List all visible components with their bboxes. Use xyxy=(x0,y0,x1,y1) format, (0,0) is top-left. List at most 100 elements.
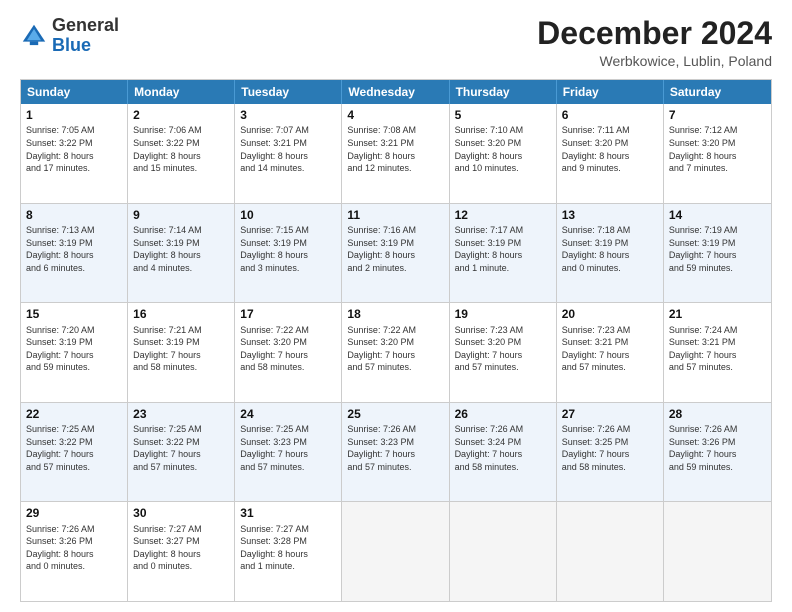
logo-general: General xyxy=(52,15,119,35)
calendar-row: 8Sunrise: 7:13 AMSunset: 3:19 PMDaylight… xyxy=(21,203,771,303)
day-number: 1 xyxy=(26,107,122,123)
day-number: 14 xyxy=(669,207,766,223)
cell-line: Daylight: 8 hours xyxy=(133,249,229,262)
cell-line: Daylight: 8 hours xyxy=(26,548,122,561)
cell-line: Sunset: 3:19 PM xyxy=(26,237,122,250)
cell-line: Sunset: 3:21 PM xyxy=(669,336,766,349)
cell-line: and 0 minutes. xyxy=(562,262,658,275)
cell-line: and 58 minutes. xyxy=(455,461,551,474)
day-number: 6 xyxy=(562,107,658,123)
cell-line: and 0 minutes. xyxy=(26,560,122,573)
day-number: 31 xyxy=(240,505,336,521)
cell-line: and 57 minutes. xyxy=(455,361,551,374)
cell-line: Sunset: 3:21 PM xyxy=(347,137,443,150)
calendar-cell-9: 9Sunrise: 7:14 AMSunset: 3:19 PMDaylight… xyxy=(128,204,235,303)
cell-line: and 2 minutes. xyxy=(347,262,443,275)
day-number: 17 xyxy=(240,306,336,322)
cell-line: Sunset: 3:19 PM xyxy=(669,237,766,250)
cell-line: Sunset: 3:19 PM xyxy=(562,237,658,250)
day-number: 30 xyxy=(133,505,229,521)
calendar-cell-empty xyxy=(664,502,771,601)
cell-line: Sunset: 3:27 PM xyxy=(133,535,229,548)
cell-line: Daylight: 8 hours xyxy=(347,249,443,262)
cell-line: Sunrise: 7:22 AM xyxy=(240,324,336,337)
cell-line: Daylight: 7 hours xyxy=(240,349,336,362)
cell-line: and 17 minutes. xyxy=(26,162,122,175)
day-number: 23 xyxy=(133,406,229,422)
title-block: December 2024 Werbkowice, Lublin, Poland xyxy=(537,16,772,69)
calendar-cell-empty xyxy=(342,502,449,601)
cell-line: Sunrise: 7:12 AM xyxy=(669,124,766,137)
cell-line: Daylight: 8 hours xyxy=(455,150,551,163)
cell-line: Sunrise: 7:27 AM xyxy=(240,523,336,536)
cell-line: Sunrise: 7:13 AM xyxy=(26,224,122,237)
month-title: December 2024 xyxy=(537,16,772,51)
cell-line: Sunrise: 7:26 AM xyxy=(455,423,551,436)
cell-line: Sunrise: 7:14 AM xyxy=(133,224,229,237)
calendar-cell-29: 29Sunrise: 7:26 AMSunset: 3:26 PMDayligh… xyxy=(21,502,128,601)
cell-line: Sunset: 3:19 PM xyxy=(133,237,229,250)
cell-line: Daylight: 7 hours xyxy=(240,448,336,461)
cell-line: and 15 minutes. xyxy=(133,162,229,175)
calendar-cell-26: 26Sunrise: 7:26 AMSunset: 3:24 PMDayligh… xyxy=(450,403,557,502)
day-number: 8 xyxy=(26,207,122,223)
cell-line: and 57 minutes. xyxy=(669,361,766,374)
cell-line: Sunset: 3:19 PM xyxy=(455,237,551,250)
cell-line: Sunset: 3:26 PM xyxy=(669,436,766,449)
calendar: SundayMondayTuesdayWednesdayThursdayFrid… xyxy=(20,79,772,602)
day-number: 11 xyxy=(347,207,443,223)
cell-line: Sunrise: 7:26 AM xyxy=(669,423,766,436)
cell-line: Sunrise: 7:26 AM xyxy=(562,423,658,436)
cell-line: Sunset: 3:22 PM xyxy=(133,436,229,449)
cell-line: and 58 minutes. xyxy=(133,361,229,374)
calendar-cell-19: 19Sunrise: 7:23 AMSunset: 3:20 PMDayligh… xyxy=(450,303,557,402)
cell-line: Sunrise: 7:05 AM xyxy=(26,124,122,137)
cell-line: and 9 minutes. xyxy=(562,162,658,175)
calendar-cell-21: 21Sunrise: 7:24 AMSunset: 3:21 PMDayligh… xyxy=(664,303,771,402)
cell-line: Sunrise: 7:08 AM xyxy=(347,124,443,137)
cell-line: and 10 minutes. xyxy=(455,162,551,175)
cell-line: Sunset: 3:22 PM xyxy=(26,436,122,449)
calendar-cell-28: 28Sunrise: 7:26 AMSunset: 3:26 PMDayligh… xyxy=(664,403,771,502)
cell-line: Daylight: 7 hours xyxy=(455,448,551,461)
calendar-cell-20: 20Sunrise: 7:23 AMSunset: 3:21 PMDayligh… xyxy=(557,303,664,402)
calendar-row: 29Sunrise: 7:26 AMSunset: 3:26 PMDayligh… xyxy=(21,501,771,601)
calendar-body: 1Sunrise: 7:05 AM Sunset: 3:22 PM Daylight… xyxy=(21,104,771,601)
cell-line: Sunset: 3:28 PM xyxy=(240,535,336,548)
calendar-cell-10: 10Sunrise: 7:15 AMSunset: 3:19 PMDayligh… xyxy=(235,204,342,303)
day-number: 22 xyxy=(26,406,122,422)
cell-line: Daylight: 7 hours xyxy=(562,349,658,362)
cell-line: Sunset: 3:20 PM xyxy=(455,137,551,150)
cell-line: Daylight: 7 hours xyxy=(347,448,443,461)
cell-line: Sunrise: 7:25 AM xyxy=(133,423,229,436)
calendar-header: SundayMondayTuesdayWednesdayThursdayFrid… xyxy=(21,80,771,104)
cell-line: Sunset: 3:26 PM xyxy=(26,535,122,548)
day-number: 9 xyxy=(133,207,229,223)
cell-line: Sunset: 3:22 PM xyxy=(133,137,229,150)
cell-line: Daylight: 7 hours xyxy=(669,349,766,362)
calendar-cell-14: 14Sunrise: 7:19 AMSunset: 3:19 PMDayligh… xyxy=(664,204,771,303)
cell-line: Daylight: 7 hours xyxy=(669,249,766,262)
cell-line: Sunrise: 7:17 AM xyxy=(455,224,551,237)
calendar-cell-30: 30Sunrise: 7:27 AMSunset: 3:27 PMDayligh… xyxy=(128,502,235,601)
cell-line: Daylight: 7 hours xyxy=(347,349,443,362)
cell-line: and 58 minutes. xyxy=(562,461,658,474)
cell-line: and 57 minutes. xyxy=(347,361,443,374)
day-number: 26 xyxy=(455,406,551,422)
cell-line: Daylight: 7 hours xyxy=(133,349,229,362)
cell-line: and 14 minutes. xyxy=(240,162,336,175)
weekday-header-monday: Monday xyxy=(128,80,235,104)
cell-line: Sunset: 3:23 PM xyxy=(240,436,336,449)
cell-line: and 57 minutes. xyxy=(347,461,443,474)
day-number: 20 xyxy=(562,306,658,322)
day-number: 5 xyxy=(455,107,551,123)
cell-line: Daylight: 8 hours xyxy=(240,548,336,561)
cell-line: and 3 minutes. xyxy=(240,262,336,275)
calendar-cell-17: 17Sunrise: 7:22 AMSunset: 3:20 PMDayligh… xyxy=(235,303,342,402)
day-number: 12 xyxy=(455,207,551,223)
header: General Blue December 2024 Werbkowice, L… xyxy=(20,16,772,69)
cell-line: Sunset: 3:20 PM xyxy=(347,336,443,349)
logo-icon xyxy=(20,22,48,50)
cell-line: Sunrise: 7:23 AM xyxy=(455,324,551,337)
day-number: 15 xyxy=(26,306,122,322)
